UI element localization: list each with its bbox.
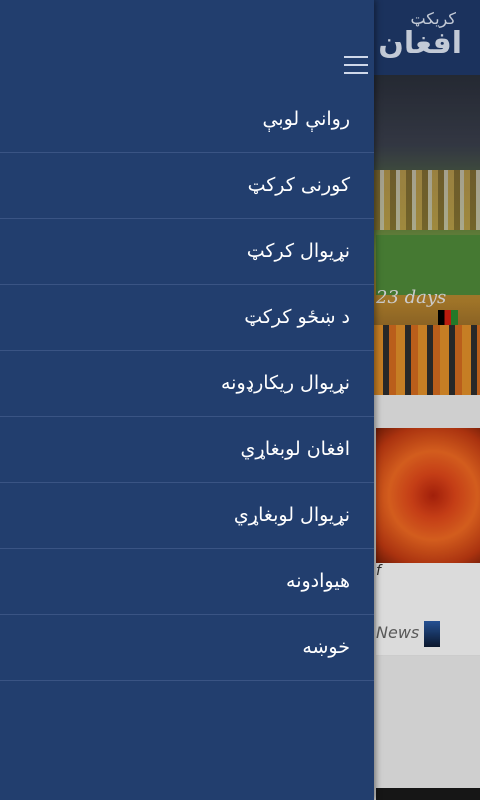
- drawer-item-favorites[interactable]: خوښه: [0, 615, 374, 681]
- drawer-item-label: خوښه: [302, 636, 350, 658]
- drawer-item-womens-cricket[interactable]: د ښځو کرکټ: [0, 285, 374, 351]
- drawer-item-international-records[interactable]: نړیوال ریکارډونه: [0, 351, 374, 417]
- drawer-item-domestic-cricket[interactable]: کورنی کرکټ: [0, 153, 374, 219]
- drawer-item-live-matches[interactable]: روانې لوبې: [0, 87, 374, 153]
- drawer-item-label: کورنی کرکټ: [247, 174, 350, 196]
- hamburger-line: [344, 72, 368, 74]
- drawer-item-international-players[interactable]: نړیوال لوبغاړي: [0, 483, 374, 549]
- drawer-item-label: افغان لوبغاړي: [240, 438, 351, 460]
- hamburger-icon[interactable]: [340, 50, 372, 80]
- drawer-item-label: روانې لوبې: [262, 108, 350, 130]
- drawer-item-label: نړیوال ریکارډونه: [220, 372, 350, 394]
- drawer-item-label: د ښځو کرکټ: [244, 306, 350, 328]
- drawer-item-afghan-players[interactable]: افغان لوبغاړي: [0, 417, 374, 483]
- drawer-item-label: نړیوال کرکټ: [246, 240, 350, 262]
- hamburger-line: [344, 56, 368, 58]
- drawer-item-label: نړیوال لوبغاړي: [233, 504, 350, 526]
- drawer-item-countries[interactable]: هیوادونه: [0, 549, 374, 615]
- hamburger-line: [344, 64, 368, 66]
- navigation-drawer: روانې لوبې کورنی کرکټ نړیوال کرکټ د ښځو …: [0, 0, 374, 800]
- drawer-menu: روانې لوبې کورنی کرکټ نړیوال کرکټ د ښځو …: [0, 87, 374, 681]
- drawer-item-international-cricket[interactable]: نړیوال کرکټ: [0, 219, 374, 285]
- drawer-item-label: هیوادونه: [286, 570, 350, 592]
